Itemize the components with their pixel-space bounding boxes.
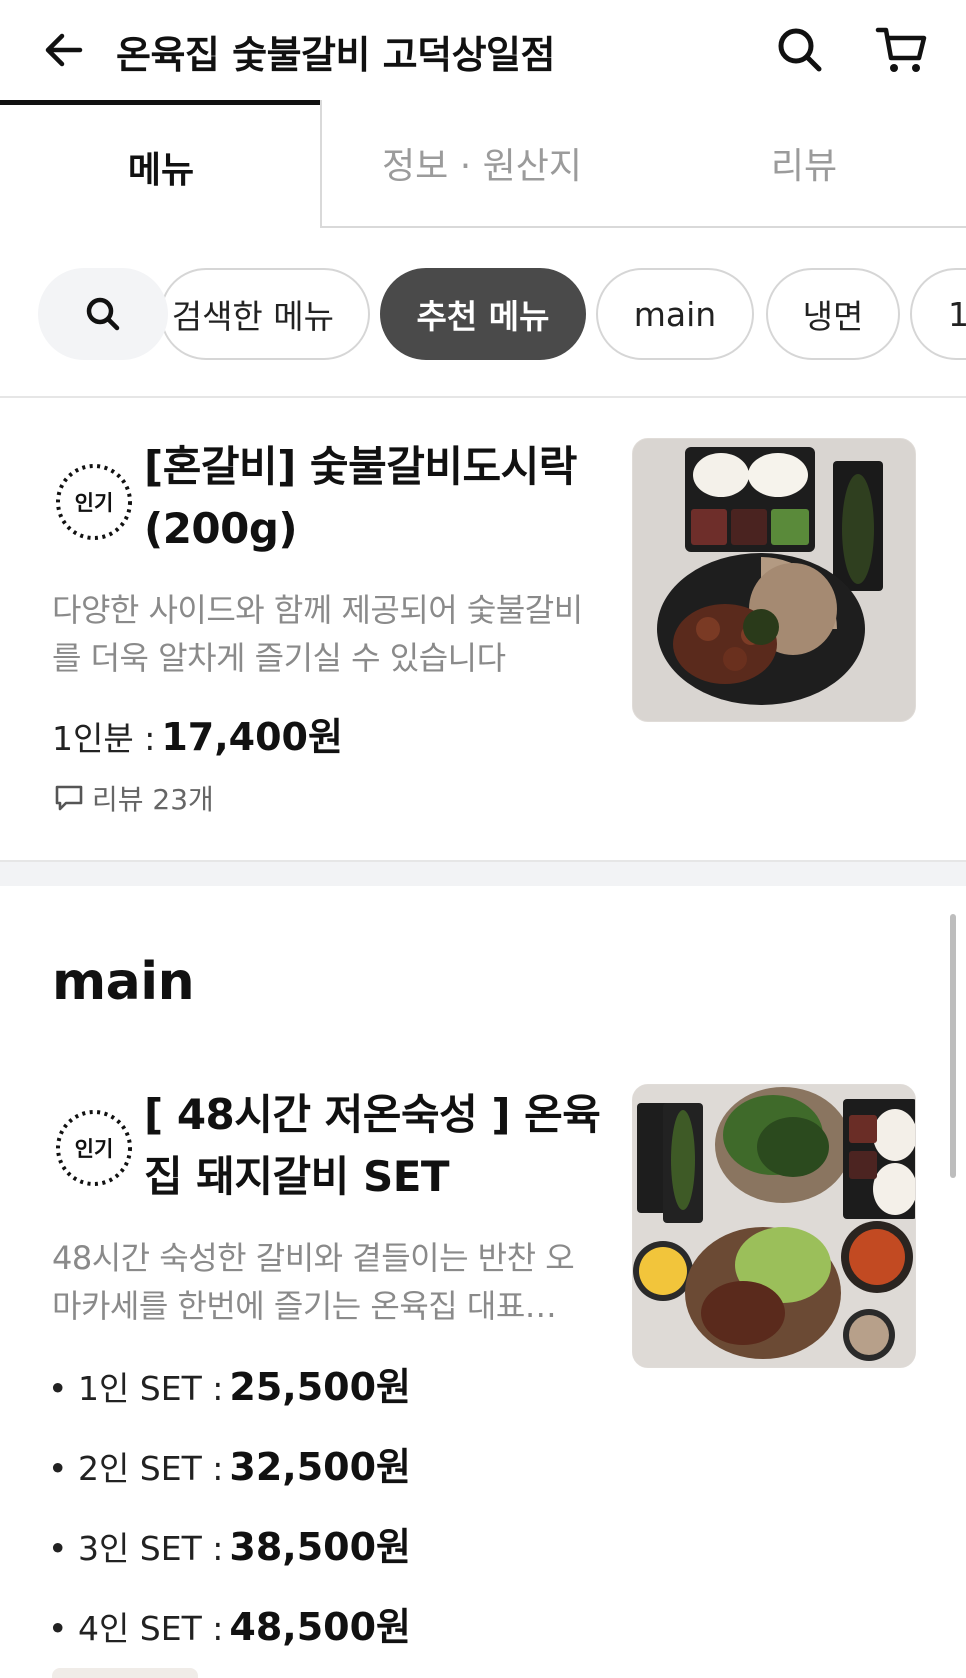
bottom-tag (52, 1668, 198, 1678)
chip-label: 검색한 메뉴 (171, 297, 334, 336)
menu-name-line: (200g) (144, 504, 298, 553)
price-label: 1인분 : (52, 719, 156, 758)
desc-line: 다양한 사이드와 함께 제공되어 숯불갈비 (52, 591, 583, 629)
arrow-left-icon (45, 33, 83, 67)
scrollbar[interactable] (950, 914, 956, 1178)
desc-line: 를 더욱 알차게 즐기실 수 있습니다 (52, 639, 506, 677)
chip-label: 냉면 (802, 297, 864, 336)
menu-name: [ 48시간 저온숙성 ] 온육 집 돼지갈비 SET (144, 1084, 601, 1208)
price-row: • 2인 SET : 32,500원 (48, 1436, 411, 1491)
price-row: • 4인 SET : 48,500원 (48, 1596, 411, 1651)
section-title-main: main (52, 952, 195, 1012)
tab-bar: 메뉴 정보 · 원산지 리뷰 (0, 100, 966, 228)
review-text: 리뷰 23개 (92, 783, 214, 816)
price-label: • 1인 SET : (48, 1369, 224, 1408)
menu-item-image (632, 438, 916, 722)
category-chips: 검색한 메뉴 추천 메뉴 main 냉면 1 (0, 228, 966, 398)
price-value: 17,400원 (161, 715, 343, 759)
price-value: 25,500원 (229, 1365, 411, 1409)
tab-info-origin[interactable]: 정보 · 원산지 (320, 100, 642, 228)
price-value: 32,500원 (229, 1445, 411, 1489)
galbi-set-food-image (633, 1085, 915, 1367)
section-divider (0, 860, 966, 886)
price-label: • 4인 SET : (48, 1609, 224, 1648)
review-count[interactable]: 리뷰 23개 (54, 778, 214, 818)
price-label: • 2인 SET : (48, 1449, 224, 1488)
tab-reviews[interactable]: 리뷰 (642, 100, 966, 228)
price-row: • 3인 SET : 38,500원 (48, 1516, 411, 1571)
tab-menu[interactable]: 메뉴 (0, 100, 322, 228)
search-icon (778, 28, 822, 72)
chip-label: 추천 메뉴 (416, 297, 550, 336)
store-title: 온육집 숯불갈비 고덕상일점 (116, 33, 555, 77)
search-icon (86, 297, 120, 331)
chip-searched-menu[interactable]: 검색한 메뉴 (160, 268, 370, 360)
menu-item-card[interactable]: 인기 [혼갈비] 숯불갈비도시락 (200g) 다양한 사이드와 함께 제공되어… (0, 398, 966, 860)
price-value: 38,500원 (229, 1525, 411, 1569)
menu-name: [혼갈비] 숯불갈비도시락 (200g) (144, 436, 577, 560)
menu-name-line: 집 돼지갈비 SET (144, 1152, 450, 1201)
price-label: • 3인 SET : (48, 1529, 224, 1568)
app-screen: 온육집 숯불갈비 고덕상일점 메뉴 정보 · 원산지 리뷰 검색한 메뉴 추천 … (0, 0, 966, 1678)
menu-name-line: [ 48시간 저온숙성 ] 온육 (144, 1090, 601, 1139)
comment-icon (55, 785, 83, 811)
menu-item-card[interactable]: 인기 [ 48시간 저온숙성 ] 온육 집 돼지갈비 SET 48시간 숙성한 … (0, 1046, 966, 1678)
lunchbox-food-image (633, 439, 915, 721)
top-bar: 온육집 숯불갈비 고덕상일점 (0, 0, 966, 100)
search-button[interactable] (770, 20, 830, 80)
price-row: • 1인 SET : 25,500원 (48, 1356, 411, 1411)
chip-naengmyeon[interactable]: 냉면 (766, 268, 900, 360)
back-button[interactable] (36, 22, 92, 78)
chip-more[interactable]: 1 (910, 268, 966, 360)
price-value: 48,500원 (229, 1605, 411, 1649)
popular-badge: 인기 (52, 460, 136, 544)
menu-description: 48시간 숙성한 갈비와 곁들이는 반찬 오 마카세를 한번에 즐기는 온육집 … (52, 1234, 575, 1330)
badge-label: 인기 (74, 1137, 114, 1161)
cart-icon (875, 27, 927, 72)
desc-line: 48시간 숙성한 갈비와 곁들이는 반찬 오 (52, 1239, 575, 1277)
menu-description: 다양한 사이드와 함께 제공되어 숯불갈비 를 더욱 알차게 즐기실 수 있습니… (52, 586, 583, 682)
desc-line: 마카세를 한번에 즐기는 온육집 대표… (52, 1287, 557, 1325)
chip-main[interactable]: main (596, 268, 754, 360)
menu-search-button[interactable] (38, 268, 168, 360)
chip-label: 1 (948, 295, 966, 334)
menu-item-image (632, 1084, 916, 1368)
price-row: 1인분 : 17,400원 (52, 706, 343, 761)
cart-button[interactable] (872, 20, 932, 80)
chip-recommended[interactable]: 추천 메뉴 (380, 268, 586, 360)
popular-badge: 인기 (52, 1106, 136, 1190)
menu-name-line: [혼갈비] 숯불갈비도시락 (144, 442, 577, 491)
chip-label: main (633, 294, 717, 334)
badge-label: 인기 (74, 491, 114, 515)
